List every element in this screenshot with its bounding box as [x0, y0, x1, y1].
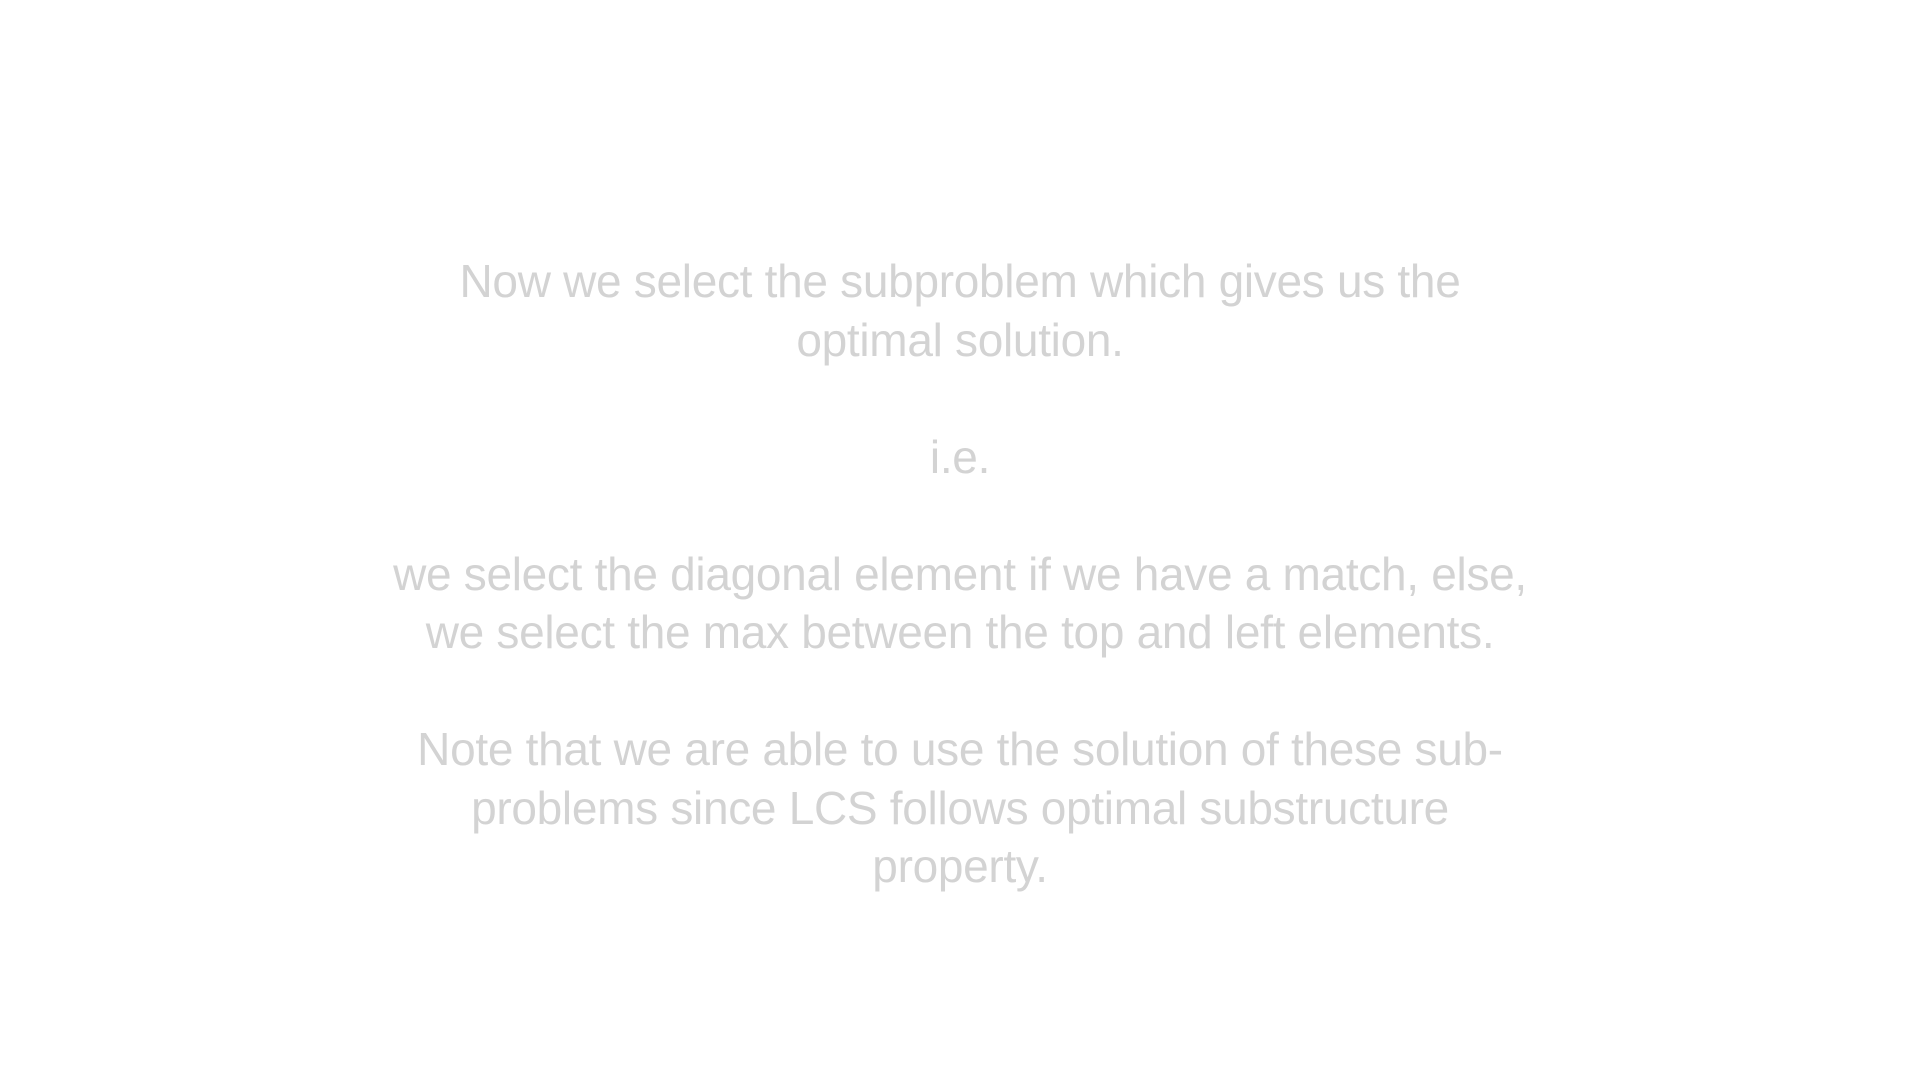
text-line: optimal solution. [796, 313, 1124, 366]
slide-text-block: Now we select the subproblem which gives… [0, 252, 1920, 896]
text-line: we select the max between the top and le… [425, 606, 1495, 658]
slide: Now we select the subproblem which gives… [0, 0, 1920, 1088]
paragraph-subproblem-selection: Now we select the subproblem which gives… [0, 252, 1920, 369]
paragraph-ie: i.e. [0, 428, 1920, 487]
text-line: Now we select the subproblem which gives… [459, 255, 1461, 307]
text-line: Note that we are able to use the solutio… [417, 723, 1503, 775]
paragraph-optimal-substructure-note: Note that we are able to use the solutio… [0, 720, 1920, 896]
text-line: we select the diagonal element if we hav… [393, 547, 1527, 600]
text-line: problems since LCS follows optimal subst… [471, 781, 1449, 834]
text-line: i.e. [929, 430, 991, 483]
paragraph-diagonal-rule: we select the diagonal element if we hav… [0, 545, 1920, 662]
text-line: property. [872, 840, 1048, 892]
